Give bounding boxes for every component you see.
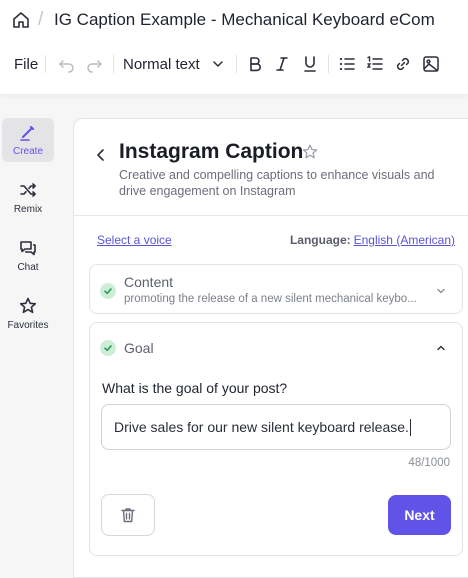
- chevron-left-icon[interactable]: [95, 148, 107, 162]
- document-title[interactable]: IG Caption Example - Mechanical Keyboard…: [54, 10, 435, 30]
- delete-button[interactable]: [101, 494, 155, 536]
- breadcrumb-separator: /: [38, 9, 44, 30]
- sidebar-item-favorites[interactable]: Favorites: [2, 292, 54, 336]
- favorite-star-icon[interactable]: [301, 143, 319, 161]
- sidebar-item-label: Remix: [13, 204, 43, 215]
- toolbar-divider: [236, 55, 237, 73]
- image-icon[interactable]: [421, 54, 441, 74]
- numbered-list-icon[interactable]: [365, 54, 385, 74]
- undo-icon[interactable]: [57, 54, 77, 74]
- text-caret: [409, 418, 411, 436]
- next-button[interactable]: Next: [388, 495, 451, 535]
- content-step-summary: promoting the release of a new silent me…: [124, 293, 417, 305]
- text-style-select[interactable]: Normal text: [123, 52, 200, 76]
- home-icon[interactable]: [11, 10, 31, 30]
- language-selector: Language: English (American): [290, 233, 455, 247]
- bullet-list-icon[interactable]: [337, 54, 357, 74]
- pen-icon: [20, 126, 34, 141]
- trash-icon: [121, 508, 135, 523]
- chevron-down-icon[interactable]: [211, 57, 225, 71]
- chevron-up-icon[interactable]: [435, 342, 447, 354]
- select-voice-link[interactable]: Select a voice: [97, 233, 172, 247]
- chat-icon: [20, 241, 36, 256]
- goal-question-label: What is the goal of your post?: [102, 380, 288, 396]
- content-step-title: Content: [124, 274, 174, 290]
- goal-input-value: Drive sales for our new silent keyboard …: [114, 419, 409, 435]
- toolbar-divider: [328, 55, 329, 73]
- file-menu[interactable]: File: [14, 52, 38, 76]
- sidebar-item-label: Create: [12, 146, 43, 157]
- goal-step-title[interactable]: Goal: [124, 340, 154, 356]
- redo-icon[interactable]: [84, 54, 104, 74]
- goal-input[interactable]: Drive sales for our new silent keyboard …: [101, 404, 451, 450]
- section-divider: [74, 215, 468, 216]
- sidebar-item-label: Favorites: [7, 320, 49, 331]
- toolbar-divider: [45, 55, 46, 73]
- language-label: Language:: [289, 233, 351, 247]
- sidebar-item-remix[interactable]: Remix: [2, 176, 54, 220]
- sidebar-item-create[interactable]: Create: [2, 118, 54, 162]
- check-icon: [100, 340, 116, 356]
- italic-icon[interactable]: [272, 54, 292, 74]
- shuffle-icon: [20, 183, 36, 197]
- sidebar-item-chat[interactable]: Chat: [2, 234, 54, 278]
- sidebar-item-label: Chat: [17, 262, 39, 273]
- star-icon: [19, 297, 37, 314]
- editor-topbar: / IG Caption Example - Mechanical Keyboa…: [0, 0, 468, 94]
- link-icon[interactable]: [393, 54, 413, 74]
- bold-icon[interactable]: [245, 54, 265, 74]
- check-icon: [100, 283, 116, 299]
- toolbar-divider: [113, 55, 114, 73]
- underline-icon[interactable]: [300, 54, 320, 74]
- chevron-down-icon[interactable]: [435, 285, 447, 297]
- page-title: Instagram Caption: [119, 140, 304, 163]
- character-count: 48/1000: [408, 457, 450, 469]
- page-description: Creative and compelling captions to enha…: [119, 168, 435, 198]
- language-link[interactable]: English (American): [354, 233, 455, 247]
